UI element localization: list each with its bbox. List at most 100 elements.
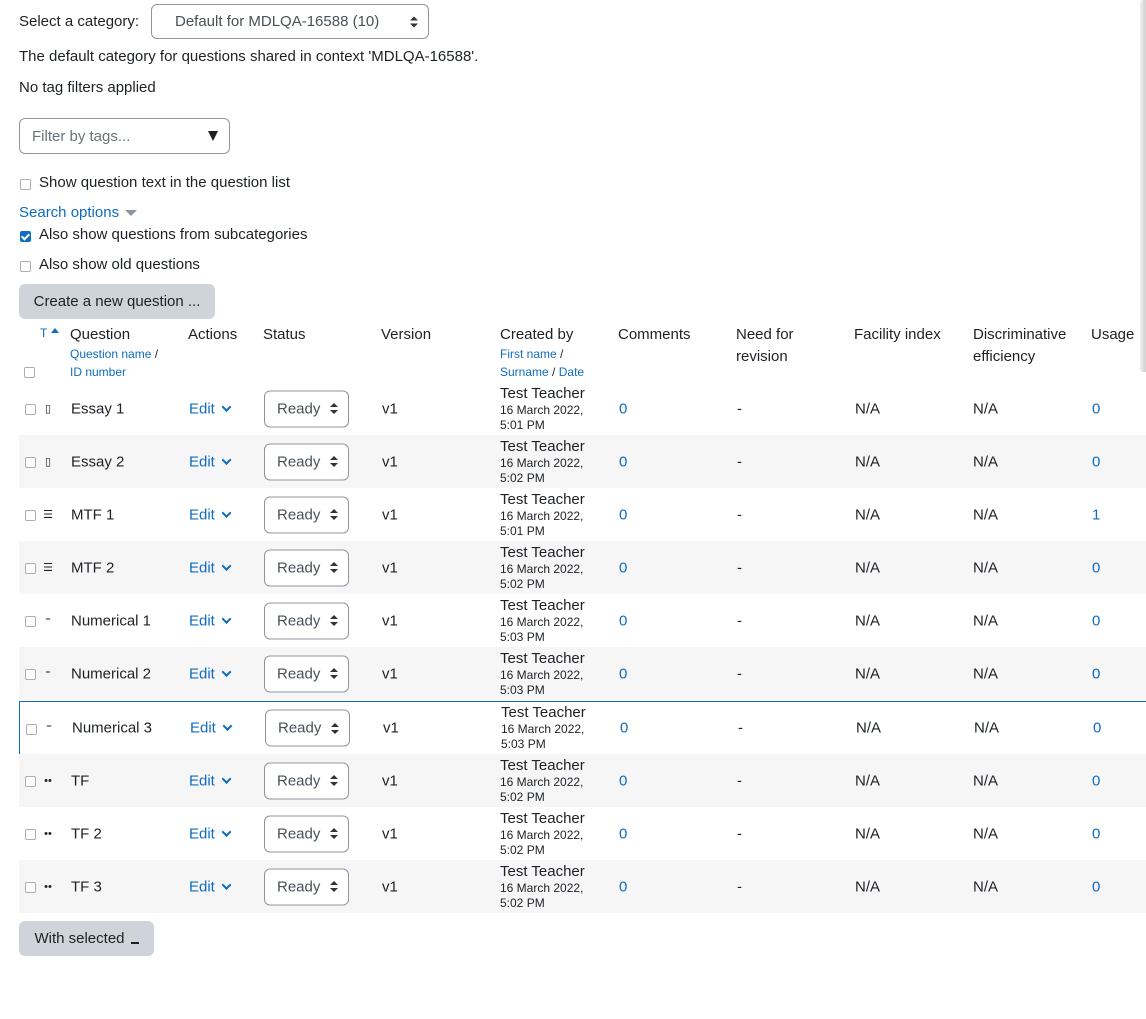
created-date: 16 March 2022, (501, 722, 585, 736)
table-row[interactable]: ⁼ Numerical 3 Edit Ready v1 Test Teacher 16 Ma… (19, 701, 1146, 755)
edit-menu[interactable]: Edit (190, 720, 233, 737)
status-select[interactable]: Ready (264, 762, 349, 799)
question-name: Essay 1 (71, 400, 125, 417)
select-arrows-icon (330, 403, 338, 414)
version: v1 (382, 825, 398, 842)
create-question-button[interactable]: Create a new question ... (19, 284, 215, 319)
select-all-checkbox[interactable] (24, 367, 35, 378)
edit-menu[interactable]: Edit (189, 453, 232, 470)
usage-link[interactable]: 0 (1092, 612, 1100, 629)
created-time: 5:03 PM (500, 629, 545, 644)
caret-down-icon (125, 210, 138, 217)
header-efficiency: efficiency (973, 348, 1036, 365)
comments-link[interactable]: 0 (619, 453, 627, 470)
scrollbar-edge[interactable] (1140, 0, 1146, 372)
usage-link[interactable]: 0 (1092, 559, 1100, 576)
created-time: 5:01 PM (500, 523, 545, 538)
table-row[interactable]: ▯ Essay 1 Edit Ready v1 Test Teacher 16 March … (19, 382, 1146, 435)
usage-link[interactable]: 0 (1092, 665, 1100, 682)
table-row[interactable]: •• TF 3 Edit Ready v1 Test Teacher 16 March 20… (19, 860, 1146, 913)
status-select[interactable]: Ready (264, 390, 349, 427)
row-checkbox[interactable] (25, 616, 36, 627)
discriminative-efficiency: N/A (973, 878, 999, 895)
created-date: 16 March 2022, (500, 402, 584, 417)
status-select[interactable]: Ready (264, 868, 349, 905)
comments-link[interactable]: 0 (619, 506, 627, 523)
sort-question-name[interactable]: Question name (70, 347, 151, 361)
comments-link[interactable]: 0 (619, 400, 627, 417)
subcategories-checkbox[interactable] (20, 231, 31, 242)
version: v1 (382, 400, 398, 417)
tag-filter-input[interactable]: Filter by tags... (19, 118, 230, 154)
usage-link[interactable]: 1 (1092, 506, 1100, 523)
table-row[interactable]: ▯ Essay 2 Edit Ready v1 Test Teacher 16 March … (19, 435, 1146, 488)
select-arrows-icon (410, 16, 418, 27)
table-row[interactable]: ⁼ Numerical 2 Edit Ready v1 Test Teacher 16 Ma… (19, 647, 1146, 700)
edit-menu[interactable]: Edit (189, 825, 232, 842)
comments-link[interactable]: 0 (619, 559, 627, 576)
sort-surname[interactable]: Surname (500, 365, 549, 379)
discriminative-efficiency: N/A (973, 559, 999, 576)
edit-menu[interactable]: Edit (189, 612, 232, 629)
edit-menu[interactable]: Edit (189, 400, 232, 417)
usage-link[interactable]: 0 (1092, 453, 1100, 470)
sort-ascending-icon (51, 328, 60, 333)
table-row[interactable]: ⁼ Numerical 1 Edit Ready v1 Test Teacher 16 Ma… (19, 594, 1146, 647)
row-checkbox[interactable] (25, 457, 36, 468)
created-date: 16 March 2022, (500, 561, 584, 576)
comments-link[interactable]: 0 (619, 878, 627, 895)
comments-link[interactable]: 0 (619, 612, 627, 629)
row-checkbox[interactable] (25, 404, 36, 415)
comments-link[interactable]: 0 (619, 772, 627, 789)
need-for-revision: - (737, 453, 742, 470)
header-discriminative: Discriminative (973, 326, 1067, 343)
edit-menu[interactable]: Edit (189, 506, 232, 523)
search-options-toggle[interactable]: Search options (19, 204, 138, 221)
status-select[interactable]: Ready (264, 496, 349, 533)
table-row[interactable]: ☰ MTF 1 Edit Ready v1 Test Teacher 16 March 20… (19, 488, 1146, 541)
table-row[interactable]: •• TF Edit Ready v1 Test Teacher 16 March 2022… (19, 754, 1146, 807)
usage-link[interactable]: 0 (1092, 825, 1100, 842)
status-select[interactable]: Ready (264, 443, 349, 480)
status-select[interactable]: Ready (264, 602, 349, 639)
status-select[interactable]: Ready (264, 655, 349, 692)
row-checkbox[interactable] (25, 882, 36, 893)
edit-menu[interactable]: Edit (189, 665, 232, 682)
comments-link[interactable]: 0 (619, 825, 627, 842)
status-select[interactable]: Ready (264, 815, 349, 852)
row-checkbox[interactable] (26, 724, 37, 735)
comments-link[interactable]: 0 (619, 665, 627, 682)
usage-link[interactable]: 0 (1092, 400, 1100, 417)
category-select[interactable]: Default for MDLQA-16588 (10) (151, 4, 429, 39)
status-select[interactable]: Ready (265, 709, 350, 747)
edit-menu[interactable]: Edit (189, 559, 232, 576)
table-row[interactable]: ☰ MTF 2 Edit Ready v1 Test Teacher 16 March 20… (19, 541, 1146, 594)
edit-menu[interactable]: Edit (189, 772, 232, 789)
sort-id-number[interactable]: ID number (70, 363, 126, 381)
edit-menu[interactable]: Edit (189, 878, 232, 895)
sort-date[interactable]: Date (559, 365, 584, 379)
sort-first-name[interactable]: First name (500, 347, 557, 361)
true-false-icon: •• (44, 774, 52, 787)
with-selected-button[interactable]: With selected (19, 921, 154, 956)
status-value: Ready (277, 506, 321, 523)
table-row[interactable]: •• TF 2 Edit Ready v1 Test Teacher 16 March 20… (19, 807, 1146, 860)
comments-link[interactable]: 0 (620, 720, 628, 737)
select-arrows-icon (331, 722, 339, 734)
old-questions-checkbox[interactable] (20, 261, 31, 272)
row-checkbox[interactable] (25, 669, 36, 680)
created-by: Test Teacher 16 March 2022, 5:02 PM (500, 757, 585, 805)
row-checkbox[interactable] (25, 563, 36, 574)
discriminative-efficiency: N/A (973, 400, 999, 417)
row-checkbox[interactable] (25, 829, 36, 840)
status-select[interactable]: Ready (264, 549, 349, 586)
sort-by-type[interactable]: T (40, 326, 60, 340)
row-checkbox[interactable] (25, 776, 36, 787)
usage-link[interactable]: 0 (1093, 720, 1101, 737)
row-checkbox[interactable] (25, 510, 36, 521)
show-question-text-checkbox[interactable] (20, 179, 31, 190)
usage-link[interactable]: 0 (1092, 772, 1100, 789)
version: v1 (382, 559, 398, 576)
usage-link[interactable]: 0 (1092, 878, 1100, 895)
created-time: 5:02 PM (500, 576, 545, 591)
